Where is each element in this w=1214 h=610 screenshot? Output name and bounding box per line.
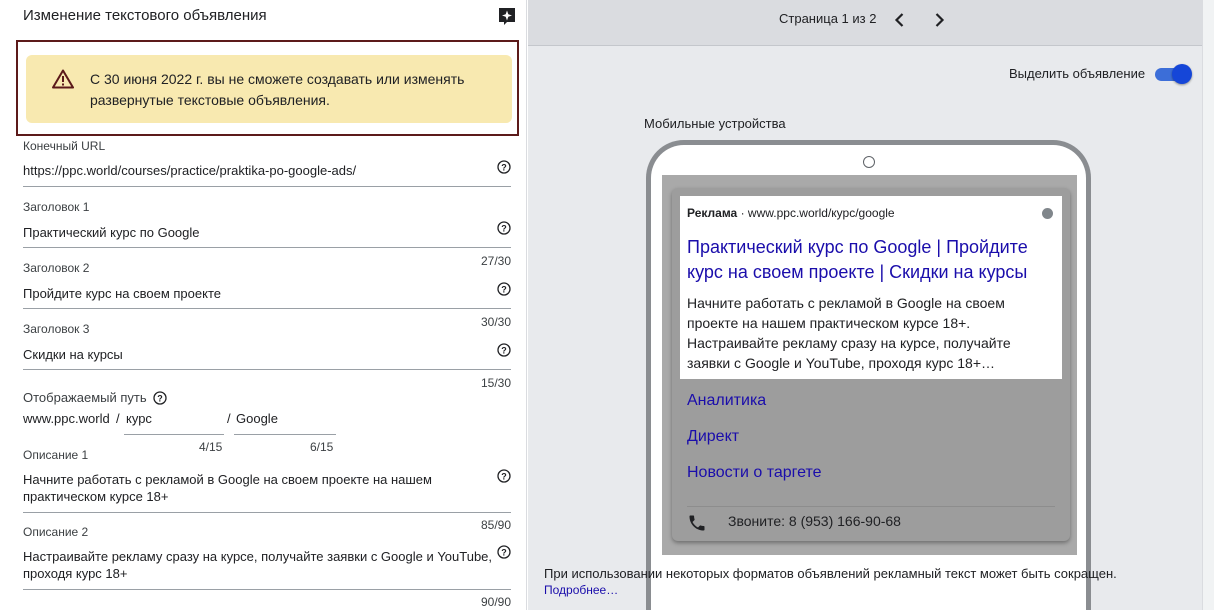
help-icon[interactable]: ?	[497, 282, 511, 296]
description1-input[interactable]: Начните работать с рекламой в Google на …	[23, 471, 493, 505]
svg-text:?: ?	[501, 285, 507, 295]
svg-text:?: ?	[501, 548, 507, 558]
svg-text:?: ?	[501, 346, 507, 356]
headline3-label: Заголовок 3	[23, 322, 90, 336]
phone-icon	[687, 513, 707, 533]
ad-dot: ·	[740, 206, 745, 220]
headline3-input[interactable]: Скидки на курсы	[23, 346, 493, 363]
char-counter: 90/90	[480, 595, 511, 609]
description1-field[interactable]: Описание 1 Начните работать с рекламой в…	[23, 448, 511, 532]
svg-text:?: ?	[157, 394, 163, 404]
highlight-ad-label: Выделить объявление	[1009, 66, 1146, 81]
path-separator: /	[227, 411, 231, 426]
path2-input[interactable]: Google	[236, 411, 278, 426]
sitelink-target-news[interactable]: Новости о таргете	[687, 464, 822, 482]
input-underline	[23, 308, 511, 309]
input-underline	[23, 589, 511, 590]
learn-more-link[interactable]: Подробнее…	[544, 583, 618, 597]
editor-header: Изменение текстового объявления	[0, 0, 526, 34]
path-separator: /	[116, 411, 120, 426]
call-text: Звоните: 8 (953) 166-90-68	[728, 513, 901, 529]
help-icon[interactable]: ?	[497, 221, 511, 235]
ad-display-url: www.ppc.world/курс/google	[747, 206, 895, 220]
input-underline	[124, 434, 224, 435]
warning-text: С 30 июня 2022 г. вы не сможете создават…	[90, 71, 465, 108]
ad-main: Реклама · www.ppc.world/курс/google Прак…	[680, 196, 1062, 379]
input-underline	[23, 512, 511, 513]
ad-badge: Реклама	[687, 206, 738, 220]
headline2-label: Заголовок 2	[23, 261, 90, 275]
svg-text:?: ?	[501, 163, 507, 173]
chevron-left-icon[interactable]	[890, 10, 910, 30]
input-underline	[23, 247, 511, 248]
ad-url-line: Реклама · www.ppc.world/курс/google	[687, 206, 895, 220]
help-icon[interactable]: ?	[497, 343, 511, 357]
char-counter: 15/30	[480, 376, 511, 390]
toggle-knob	[1172, 64, 1192, 84]
input-underline	[23, 369, 511, 370]
display-domain: www.ppc.world	[23, 411, 110, 426]
headline2-input[interactable]: Пройдите курс на своем проекте	[23, 285, 493, 302]
sitelink-direct[interactable]: Директ	[687, 428, 739, 446]
warning-icon	[52, 69, 74, 89]
final-url-field[interactable]: Конечный URL https://ppc.world/courses/p…	[23, 139, 511, 189]
ad-card: Реклама · www.ppc.world/курс/google Прак…	[672, 188, 1070, 541]
headline1-input[interactable]: Практический курс по Google	[23, 224, 493, 241]
description1-label: Описание 1	[23, 448, 89, 462]
editor-title: Изменение текстового объявления	[23, 7, 267, 24]
input-underline	[234, 434, 336, 435]
final-url-input[interactable]: https://ppc.world/courses/practice/prakt…	[23, 162, 493, 179]
description2-input[interactable]: Настраивайте рекламу сразу на курсе, пол…	[23, 548, 493, 582]
info-icon[interactable]	[1042, 208, 1053, 219]
ad-preview-panel: Страница 1 из 2 Выделить объявление Моби…	[528, 0, 1202, 610]
help-icon[interactable]: ?	[153, 391, 167, 405]
svg-text:?: ?	[501, 472, 507, 482]
ad-title[interactable]: Практический курс по Google | Пройдите к…	[687, 235, 1057, 285]
phone-frame: Реклама · www.ppc.world/курс/google Прак…	[646, 140, 1091, 610]
headline1-label: Заголовок 1	[23, 200, 90, 214]
divider	[687, 506, 1055, 507]
input-underline	[23, 186, 511, 187]
final-url-label: Конечный URL	[23, 139, 106, 153]
display-path-label: Отображаемый путь	[23, 390, 147, 405]
description2-label: Описание 2	[23, 525, 89, 539]
ad-editor-panel: Изменение текстового объявления С 30 июн…	[0, 0, 527, 610]
svg-text:?: ?	[501, 224, 507, 234]
truncation-note: При использовании некоторых форматов объ…	[544, 566, 1117, 581]
display-path-field: Отображаемый путь ? www.ppc.world / курс…	[23, 390, 511, 456]
devices-label: Мобильные устройства	[644, 116, 786, 131]
help-icon[interactable]: ?	[497, 545, 511, 559]
headline2-field[interactable]: Заголовок 2 Пройдите курс на своем проек…	[23, 261, 511, 331]
sitelink-analytics[interactable]: Аналитика	[687, 392, 766, 410]
chevron-right-icon[interactable]	[929, 10, 949, 30]
help-icon[interactable]: ?	[497, 160, 511, 174]
headline3-field[interactable]: Заголовок 3 Скидки на курсы ? 15/30	[23, 322, 511, 392]
warning-banner: С 30 июня 2022 г. вы не сможете создават…	[26, 55, 512, 123]
highlight-ad-toggle[interactable]	[1155, 64, 1192, 84]
help-icon[interactable]: ?	[497, 469, 511, 483]
sparkle-icon[interactable]	[497, 6, 517, 26]
description2-field[interactable]: Описание 2 Настраивайте рекламу сразу на…	[23, 525, 511, 610]
scrollbar[interactable]	[1202, 0, 1214, 610]
preview-pager: Страница 1 из 2	[528, 0, 1202, 46]
warning-frame: С 30 июня 2022 г. вы не сможете создават…	[16, 40, 519, 136]
page-indicator: Страница 1 из 2	[779, 11, 877, 26]
phone-camera	[863, 156, 875, 168]
path1-input[interactable]: курс	[126, 411, 152, 426]
ad-description: Начните работать с рекламой в Google на …	[687, 295, 1011, 371]
headline1-field[interactable]: Заголовок 1 Практический курс по Google …	[23, 200, 511, 270]
phone-screen: Реклама · www.ppc.world/курс/google Прак…	[662, 175, 1077, 555]
